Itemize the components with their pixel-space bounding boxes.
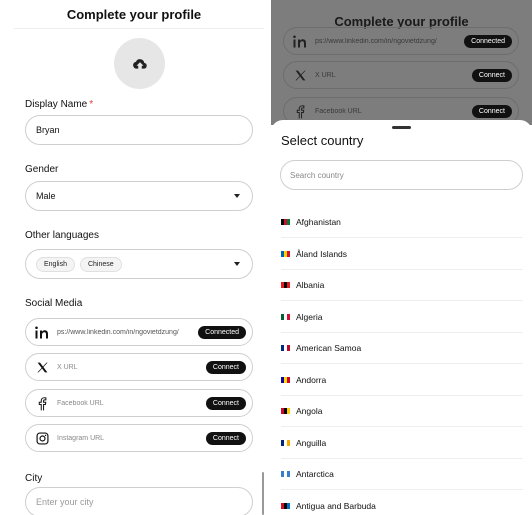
chevron-down-icon — [234, 194, 240, 198]
header-divider — [14, 28, 264, 29]
social-row-linkedin: ps://www.linkedin.com/in/ngovietdzung/ C… — [25, 318, 253, 346]
country-name: Anguilla — [296, 437, 327, 448]
linkedin-icon — [292, 33, 308, 49]
social-row-x: X URL Connect — [283, 61, 519, 89]
sheet-title: Select country — [281, 133, 364, 148]
flag-icon — [281, 502, 290, 509]
facebook-url-input[interactable]: Facebook URL — [57, 400, 206, 407]
drag-handle[interactable] — [392, 126, 411, 129]
linkedin-url[interactable]: ps://www.linkedin.com/in/ngovietdzung/ — [57, 329, 198, 336]
linkedin-url: ps://www.linkedin.com/in/ngovietdzung/ — [315, 37, 437, 45]
display-name-label: Display Name * — [25, 99, 94, 110]
country-name: Andorra — [296, 374, 327, 385]
instagram-icon — [34, 430, 50, 446]
display-name-value: Bryan — [36, 125, 60, 135]
flag-icon — [281, 282, 290, 288]
facebook-icon — [292, 103, 308, 119]
x-icon — [34, 359, 50, 375]
gender-select[interactable]: Male — [25, 181, 253, 211]
country-name: Algeria — [296, 311, 323, 322]
facebook-connect-button: Connect — [471, 104, 512, 118]
flag-icon — [281, 408, 290, 414]
instagram-connect-button[interactable]: Connect — [205, 431, 246, 445]
facebook-icon — [34, 395, 50, 411]
country-picker-screen: Complete your profile ps://www.linkedin.… — [271, 0, 532, 515]
country-name: Afghanistan — [296, 217, 341, 227]
display-name-input[interactable]: Bryan — [25, 115, 253, 145]
flag-icon — [281, 219, 290, 225]
flag-icon — [281, 345, 290, 351]
country-item[interactable]: American Samoa — [281, 333, 523, 364]
language-chip[interactable]: Chinese — [79, 256, 122, 272]
city-input[interactable]: Enter your city — [25, 487, 253, 515]
country-name: Albania — [296, 280, 325, 290]
languages-select[interactable]: English Chinese — [25, 249, 253, 279]
country-item[interactable]: Antarctica — [281, 459, 523, 490]
required-mark: * — [89, 99, 94, 110]
gender-label: Gender — [25, 164, 59, 175]
country-bottom-sheet: Select country Search country Afghanista… — [271, 120, 532, 515]
x-connect-button[interactable]: Connect — [205, 360, 246, 374]
avatar-upload-button[interactable] — [114, 38, 165, 89]
social-row-x: X URL Connect — [25, 353, 253, 381]
linkedin-connected-button: Connected — [464, 34, 512, 48]
scrollbar[interactable] — [262, 472, 264, 515]
linkedin-icon — [34, 324, 50, 340]
flag-icon — [281, 376, 290, 383]
page-title: Complete your profile — [66, 7, 202, 22]
country-name: American Samoa — [296, 343, 362, 353]
flag-icon — [281, 250, 290, 257]
x-icon — [292, 67, 308, 83]
search-placeholder: Search country — [290, 170, 344, 180]
country-name: Angola — [296, 406, 323, 416]
country-item[interactable]: Albania — [281, 270, 523, 301]
country-name: Antigua and Barbuda — [296, 500, 376, 511]
social-media-label: Social Media — [25, 298, 83, 309]
city-label: City — [25, 473, 43, 484]
country-item[interactable]: Antigua and Barbuda — [281, 491, 523, 515]
page: Complete your profile Display Name * Brya… — [0, 0, 532, 515]
country-item[interactable]: Åland Islands — [281, 239, 523, 270]
social-row-instagram: Instagram URL Connect — [25, 424, 253, 452]
facebook-url-input: Facebook URL — [315, 107, 362, 115]
instagram-url-input[interactable]: Instagram URL — [57, 435, 206, 442]
country-item[interactable]: Afghanistan — [281, 207, 523, 238]
country-item[interactable]: Angola — [281, 396, 523, 427]
country-item[interactable]: Anguilla — [281, 428, 523, 459]
country-name: Åland Islands — [296, 248, 348, 259]
linkedin-connected-button[interactable]: Connected — [198, 325, 246, 339]
profile-screen: Complete your profile Display Name * Brya… — [0, 0, 268, 515]
city-placeholder: Enter your city — [36, 497, 94, 507]
languages-label: Other languages — [25, 230, 99, 241]
flag-icon — [281, 313, 290, 320]
language-chip[interactable]: English — [36, 256, 75, 272]
gender-value: Male — [36, 191, 56, 201]
country-name: Antarctica — [296, 469, 334, 479]
country-item[interactable]: Algeria — [281, 302, 523, 333]
dimmed-background[interactable]: Complete your profile ps://www.linkedin.… — [271, 0, 532, 125]
search-country-input[interactable]: Search country — [280, 160, 523, 190]
facebook-connect-button[interactable]: Connect — [205, 396, 246, 410]
social-row-facebook: Facebook URL Connect — [25, 389, 253, 417]
social-row-linkedin: ps://www.linkedin.com/in/ngovietdzung/ C… — [283, 27, 519, 55]
x-url-input[interactable]: X URL — [57, 364, 206, 371]
chevron-down-icon — [234, 262, 240, 266]
country-item[interactable]: Andorra — [281, 365, 523, 396]
x-url-input: X URL — [315, 71, 336, 79]
cloud-upload-icon — [132, 58, 147, 69]
flag-icon — [281, 439, 290, 446]
flag-icon — [281, 471, 290, 477]
x-connect-button: Connect — [471, 68, 512, 82]
